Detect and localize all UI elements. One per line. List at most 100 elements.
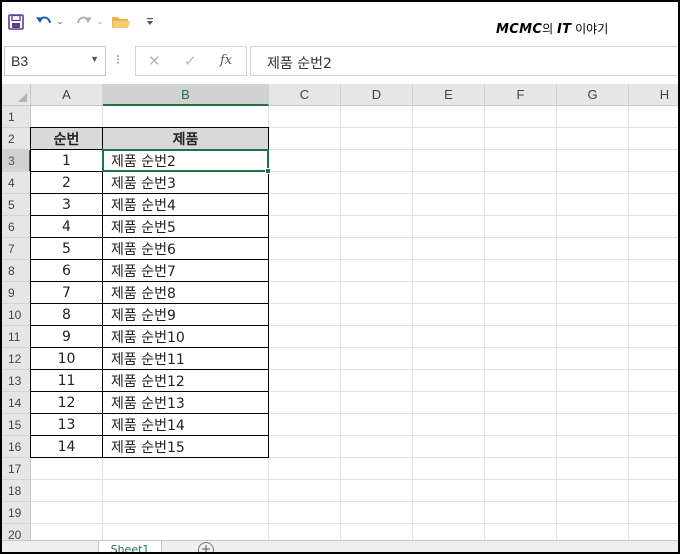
- column-header-e[interactable]: E: [413, 84, 485, 106]
- cell-d14[interactable]: [341, 392, 413, 414]
- cell-h13[interactable]: [629, 370, 678, 392]
- undo-icon[interactable]: [34, 12, 54, 32]
- cell-e1[interactable]: [413, 106, 485, 128]
- cell-h10[interactable]: [629, 304, 678, 326]
- cell-c13[interactable]: [269, 370, 341, 392]
- cell-e19[interactable]: [413, 502, 485, 524]
- save-icon[interactable]: [6, 12, 26, 32]
- table-cell-product[interactable]: 제품 순번7: [102, 259, 269, 282]
- table-header-product[interactable]: 제품: [102, 127, 269, 150]
- cell-d9[interactable]: [341, 282, 413, 304]
- cell-c4[interactable]: [269, 172, 341, 194]
- row-header-19[interactable]: 19: [2, 502, 31, 524]
- table-cell-product[interactable]: 제품 순번15: [102, 435, 269, 458]
- cell-f12[interactable]: [485, 348, 557, 370]
- cell-c19[interactable]: [269, 502, 341, 524]
- name-box-dropdown-icon[interactable]: ▼: [90, 54, 99, 64]
- cell-d12[interactable]: [341, 348, 413, 370]
- cell-f20[interactable]: [485, 524, 557, 540]
- row-header-9[interactable]: 9: [2, 282, 31, 304]
- cell-f7[interactable]: [485, 238, 557, 260]
- cell-f13[interactable]: [485, 370, 557, 392]
- cell-e13[interactable]: [413, 370, 485, 392]
- cell-d18[interactable]: [341, 480, 413, 502]
- row-header-18[interactable]: 18: [2, 480, 31, 502]
- cell-g3[interactable]: [557, 150, 629, 172]
- row-header-14[interactable]: 14: [2, 392, 31, 414]
- table-cell-number[interactable]: 2: [30, 171, 103, 194]
- row-header-12[interactable]: 12: [2, 348, 31, 370]
- cell-c6[interactable]: [269, 216, 341, 238]
- table-cell-product[interactable]: 제품 순번12: [102, 369, 269, 392]
- row-header-8[interactable]: 8: [2, 260, 31, 282]
- cell-h4[interactable]: [629, 172, 678, 194]
- cell-g9[interactable]: [557, 282, 629, 304]
- cell-e17[interactable]: [413, 458, 485, 480]
- cell-f2[interactable]: [485, 128, 557, 150]
- cell-a1[interactable]: [31, 106, 103, 128]
- cell-b1[interactable]: [103, 106, 269, 128]
- cell-e4[interactable]: [413, 172, 485, 194]
- add-sheet-button[interactable]: +: [198, 542, 214, 552]
- table-cell-product[interactable]: 제품 순번2: [102, 149, 269, 172]
- row-header-17[interactable]: 17: [2, 458, 31, 480]
- open-folder-icon[interactable]: [110, 12, 132, 32]
- cell-f9[interactable]: [485, 282, 557, 304]
- cell-a18[interactable]: [31, 480, 103, 502]
- row-header-20[interactable]: 20: [2, 524, 31, 540]
- cell-h11[interactable]: [629, 326, 678, 348]
- cell-c11[interactable]: [269, 326, 341, 348]
- cell-f5[interactable]: [485, 194, 557, 216]
- cell-e10[interactable]: [413, 304, 485, 326]
- table-cell-product[interactable]: 제품 순번13: [102, 391, 269, 414]
- cell-c5[interactable]: [269, 194, 341, 216]
- table-cell-number[interactable]: 12: [30, 391, 103, 414]
- table-cell-product[interactable]: 제품 순번10: [102, 325, 269, 348]
- cell-g13[interactable]: [557, 370, 629, 392]
- table-cell-number[interactable]: 11: [30, 369, 103, 392]
- cell-e7[interactable]: [413, 238, 485, 260]
- cell-d13[interactable]: [341, 370, 413, 392]
- cell-f14[interactable]: [485, 392, 557, 414]
- enter-icon[interactable]: ✓: [184, 52, 197, 70]
- table-cell-number[interactable]: 3: [30, 193, 103, 216]
- column-header-b[interactable]: B: [103, 84, 269, 106]
- row-header-16[interactable]: 16: [2, 436, 31, 458]
- cell-f4[interactable]: [485, 172, 557, 194]
- row-header-2[interactable]: 2: [2, 128, 31, 150]
- cell-c10[interactable]: [269, 304, 341, 326]
- cell-a20[interactable]: [31, 524, 103, 540]
- cell-h14[interactable]: [629, 392, 678, 414]
- cell-e12[interactable]: [413, 348, 485, 370]
- cell-e11[interactable]: [413, 326, 485, 348]
- cell-g17[interactable]: [557, 458, 629, 480]
- cell-f3[interactable]: [485, 150, 557, 172]
- cell-d17[interactable]: [341, 458, 413, 480]
- cell-g10[interactable]: [557, 304, 629, 326]
- table-cell-number[interactable]: 7: [30, 281, 103, 304]
- cell-c18[interactable]: [269, 480, 341, 502]
- cell-e2[interactable]: [413, 128, 485, 150]
- cell-f16[interactable]: [485, 436, 557, 458]
- cell-f19[interactable]: [485, 502, 557, 524]
- cell-c9[interactable]: [269, 282, 341, 304]
- cell-c15[interactable]: [269, 414, 341, 436]
- column-header-f[interactable]: F: [485, 84, 557, 106]
- row-header-10[interactable]: 10: [2, 304, 31, 326]
- cell-h2[interactable]: [629, 128, 678, 150]
- cell-g12[interactable]: [557, 348, 629, 370]
- cell-f6[interactable]: [485, 216, 557, 238]
- table-cell-product[interactable]: 제품 순번5: [102, 215, 269, 238]
- table-cell-number[interactable]: 1: [30, 149, 103, 172]
- cell-d1[interactable]: [341, 106, 413, 128]
- formula-bar-grip-icon[interactable]: ⁝: [116, 53, 120, 68]
- cell-g2[interactable]: [557, 128, 629, 150]
- cell-b17[interactable]: [103, 458, 269, 480]
- cell-g4[interactable]: [557, 172, 629, 194]
- sheet-tab-active[interactable]: Sheet1: [98, 541, 162, 552]
- cell-a17[interactable]: [31, 458, 103, 480]
- table-cell-product[interactable]: 제품 순번4: [102, 193, 269, 216]
- cell-h6[interactable]: [629, 216, 678, 238]
- cell-c1[interactable]: [269, 106, 341, 128]
- cell-g16[interactable]: [557, 436, 629, 458]
